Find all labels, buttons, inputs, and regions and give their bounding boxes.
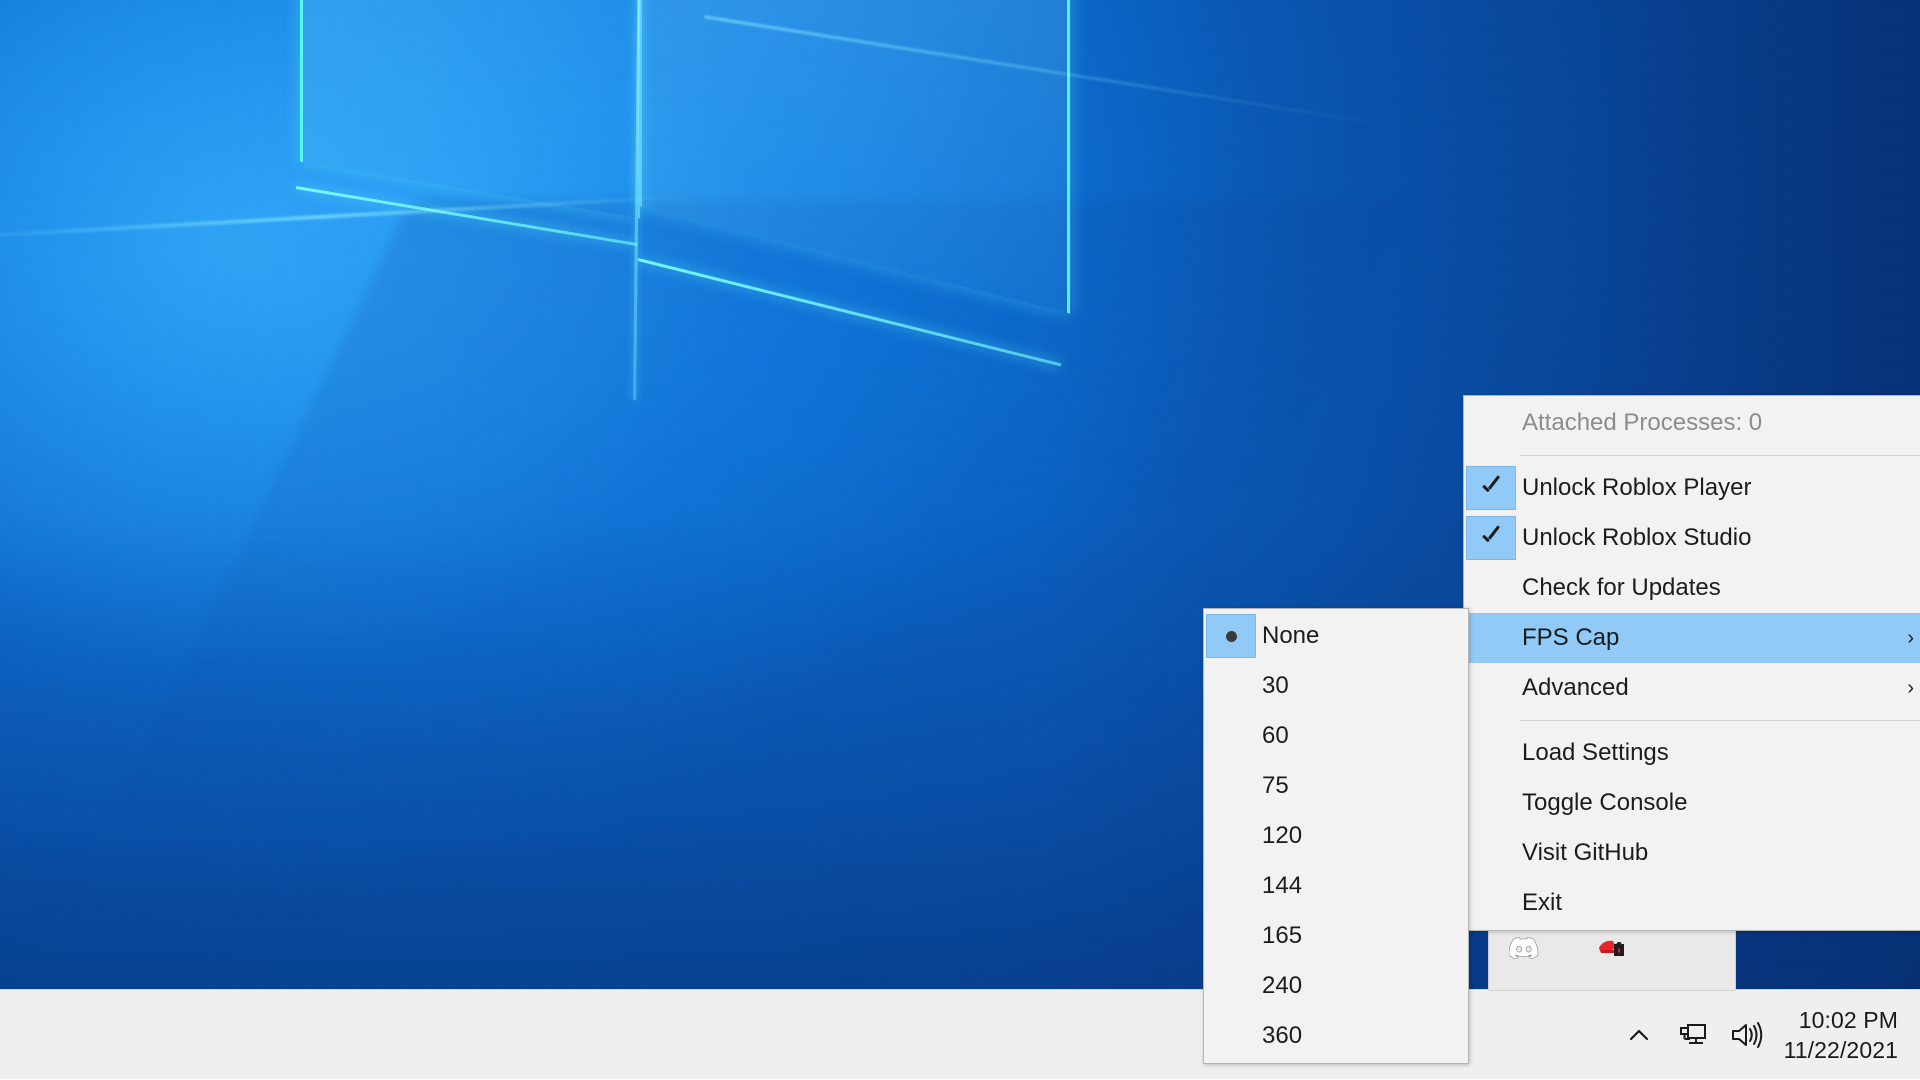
- submenu-item-fps-30[interactable]: 30: [1204, 661, 1468, 711]
- submenu-item-fps-360[interactable]: 360: [1204, 1011, 1468, 1061]
- menu-item-attached-processes: Attached Processes: 0: [1464, 398, 1920, 448]
- menu-item-unlock-roblox-player[interactable]: Unlock Roblox Player: [1464, 463, 1920, 513]
- fps-cap-submenu: None 30 60 75 120 144 165 240 360: [1203, 608, 1469, 1064]
- menu-gutter: [1466, 831, 1516, 875]
- check-icon: [1480, 527, 1502, 549]
- menu-item-load-settings[interactable]: Load Settings: [1464, 728, 1920, 778]
- submenu-item-label: None: [1262, 622, 1320, 649]
- menu-gutter: [1206, 714, 1256, 758]
- menu-separator: [1520, 720, 1920, 721]
- chevron-right-icon: ›: [1907, 677, 1914, 699]
- menu-gutter: [1206, 914, 1256, 958]
- menu-gutter: [1466, 566, 1516, 610]
- submenu-item-fps-60[interactable]: 60: [1204, 711, 1468, 761]
- system-tray: 10:02 PM 11/22/2021: [1612, 990, 1920, 1080]
- menu-gutter: [1466, 731, 1516, 775]
- menu-item-label: Advanced: [1522, 674, 1629, 701]
- discord-icon: [1509, 936, 1539, 959]
- menu-item-visit-github[interactable]: Visit GitHub: [1464, 828, 1920, 878]
- menu-item-label: Unlock Roblox Studio: [1522, 524, 1752, 551]
- check-icon: [1480, 477, 1502, 499]
- clock-time: 10:02 PM: [1798, 1007, 1898, 1033]
- submenu-item-label: 240: [1262, 972, 1303, 999]
- submenu-item-label: 60: [1262, 722, 1289, 749]
- menu-gutter: [1466, 616, 1516, 660]
- menu-item-label: FPS Cap: [1522, 624, 1620, 651]
- menu-item-check-for-updates[interactable]: Check for Updates: [1464, 563, 1920, 613]
- show-hidden-icons-button[interactable]: [1612, 990, 1666, 1080]
- clock-date: 11/22/2021: [1783, 1037, 1898, 1063]
- submenu-item-label: 360: [1262, 1022, 1303, 1049]
- submenu-item-fps-240[interactable]: 240: [1204, 961, 1468, 1011]
- desktop-screen: 10:02 PM 11/22/2021 Attached Processes: …: [0, 0, 1920, 1080]
- submenu-item-label: 144: [1262, 872, 1303, 899]
- submenu-item-label: 75: [1262, 772, 1289, 799]
- submenu-item-fps-165[interactable]: 165: [1204, 911, 1468, 961]
- submenu-item-label: 30: [1262, 672, 1289, 699]
- network-icon: [1679, 1024, 1706, 1044]
- tray-flyout-item-discord[interactable]: [1507, 932, 1541, 962]
- menu-gutter: [1206, 814, 1256, 858]
- menu-item-toggle-console[interactable]: Toggle Console: [1464, 778, 1920, 828]
- menu-item-exit[interactable]: Exit: [1464, 878, 1920, 928]
- menu-item-label: Unlock Roblox Player: [1522, 474, 1752, 501]
- rbxfpsunlocker-icon: [1599, 940, 1624, 956]
- menu-gutter: [1206, 964, 1256, 1008]
- menu-separator: [1520, 455, 1920, 456]
- menu-gutter: [1466, 881, 1516, 925]
- radio-selected-indicator: [1206, 614, 1256, 658]
- menu-gutter: [1206, 664, 1256, 708]
- menu-check-indicator: [1466, 516, 1516, 560]
- submenu-item-label: 165: [1262, 922, 1303, 949]
- menu-gutter: [1206, 764, 1256, 808]
- submenu-item-fps-120[interactable]: 120: [1204, 811, 1468, 861]
- menu-check-indicator: [1466, 466, 1516, 510]
- submenu-item-fps-144[interactable]: 144: [1204, 861, 1468, 911]
- tray-flyout-item-rbxfpsunlocker[interactable]: [1595, 932, 1629, 962]
- menu-item-advanced[interactable]: Advanced ›: [1464, 663, 1920, 713]
- chevron-up-icon: [1629, 1029, 1648, 1041]
- menu-gutter: [1466, 781, 1516, 825]
- menu-item-fps-cap[interactable]: FPS Cap ›: [1464, 613, 1920, 663]
- tray-flyout-panel: [1488, 925, 1736, 991]
- menu-item-label: Check for Updates: [1522, 574, 1721, 601]
- network-button[interactable]: [1666, 990, 1720, 1080]
- menu-item-label: Exit: [1522, 889, 1563, 916]
- radio-dot-icon: [1225, 630, 1237, 642]
- submenu-item-fps-none[interactable]: None: [1204, 611, 1468, 661]
- menu-gutter: [1206, 864, 1256, 908]
- submenu-item-fps-75[interactable]: 75: [1204, 761, 1468, 811]
- submenu-item-label: 120: [1262, 822, 1303, 849]
- volume-button[interactable]: [1720, 990, 1774, 1080]
- menu-item-unlock-roblox-studio[interactable]: Unlock Roblox Studio: [1464, 513, 1920, 563]
- menu-item-label: Visit GitHub: [1522, 839, 1649, 866]
- menu-gutter: [1466, 401, 1516, 445]
- chevron-right-icon: ›: [1907, 627, 1914, 649]
- speaker-icon: [1731, 1022, 1762, 1048]
- menu-item-label: Toggle Console: [1522, 789, 1688, 816]
- taskbar-clock[interactable]: 10:02 PM 11/22/2021: [1774, 990, 1914, 1080]
- menu-item-label: Load Settings: [1522, 739, 1669, 766]
- menu-item-label: Attached Processes: 0: [1522, 409, 1763, 436]
- context-menu: Attached Processes: 0 Unlock Roblox Playe…: [1463, 395, 1920, 931]
- menu-gutter: [1466, 666, 1516, 710]
- taskbar: 10:02 PM 11/22/2021: [0, 989, 1920, 1080]
- menu-gutter: [1206, 1014, 1256, 1058]
